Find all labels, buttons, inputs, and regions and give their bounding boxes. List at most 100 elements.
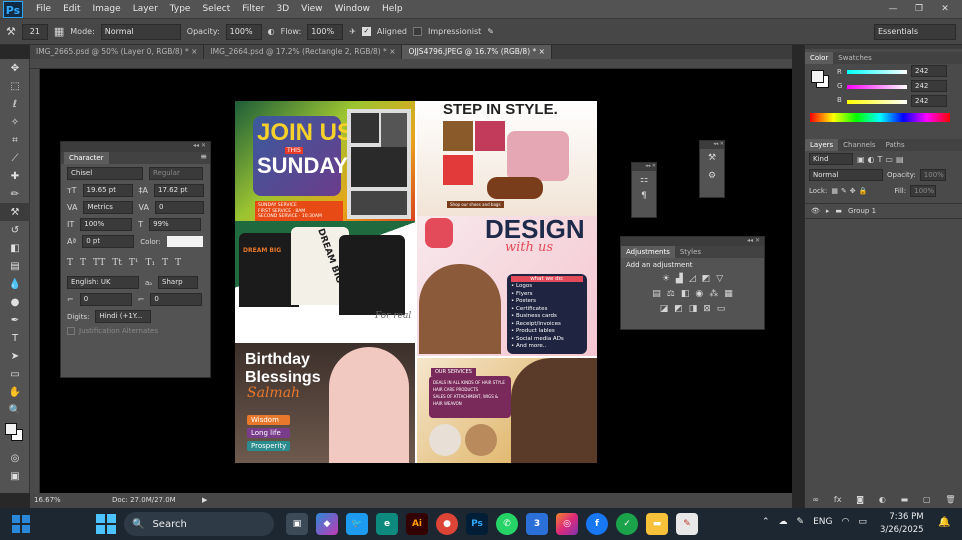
- panel-collapse-bar[interactable]: ◂◂ ✕: [61, 142, 210, 152]
- posterize-icon[interactable]: ◩: [674, 304, 683, 314]
- move-tool-icon[interactable]: ✥: [0, 59, 30, 77]
- eraser-tool-icon[interactable]: ◧: [0, 239, 30, 257]
- tray-pen-icon[interactable]: ✎: [797, 517, 805, 527]
- b-value[interactable]: 242: [911, 95, 947, 107]
- b-slider[interactable]: [847, 100, 907, 104]
- tab-close-icon[interactable]: ×: [387, 47, 395, 56]
- color-spectrum-bar[interactable]: [810, 113, 950, 122]
- visibility-eye-icon[interactable]: 👁: [811, 207, 820, 215]
- new-layer-icon[interactable]: ▢: [923, 495, 931, 504]
- antialias-select[interactable]: Sharp: [158, 276, 199, 289]
- dodge-tool-icon[interactable]: ●: [0, 293, 30, 311]
- edge-icon[interactable]: e: [376, 513, 398, 535]
- shape-tool-icon[interactable]: ▭: [0, 365, 30, 383]
- mask-icon[interactable]: ◙: [856, 495, 864, 504]
- tab-close-icon[interactable]: ×: [189, 47, 197, 56]
- lock-icons[interactable]: ▦✎✥🔒: [831, 187, 870, 195]
- tablet-pressure-icon[interactable]: ✎: [487, 27, 494, 36]
- g-slider[interactable]: [847, 85, 907, 89]
- quick-mask-icon[interactable]: ◎: [0, 449, 30, 467]
- tracking-select[interactable]: 0: [154, 201, 204, 214]
- notification-bell-icon[interactable]: 🔔: [938, 517, 950, 528]
- fx-icon[interactable]: fx: [834, 495, 842, 504]
- mini-panel-bar-1[interactable]: ◂◂ ✕: [632, 163, 656, 171]
- zoom-level[interactable]: 16.67%: [34, 493, 61, 508]
- instagram-icon[interactable]: ◎: [556, 513, 578, 535]
- curves-icon[interactable]: ◿: [689, 274, 696, 284]
- vertical-scale-input[interactable]: 100%: [80, 218, 133, 231]
- font-style-select[interactable]: Regular: [149, 167, 203, 180]
- digits-select[interactable]: Hindi (+1Y...: [95, 310, 152, 323]
- east-asian-input-a[interactable]: 0: [79, 293, 132, 306]
- tab-swatches[interactable]: Swatches: [833, 52, 876, 64]
- gradient-map-icon[interactable]: ▭: [717, 304, 726, 314]
- chrome-icon[interactable]: ●: [436, 513, 458, 535]
- expand-arrow-icon[interactable]: ▸: [826, 207, 830, 215]
- wifi-icon[interactable]: ◠: [842, 517, 850, 527]
- restore-icon[interactable]: ❐: [906, 0, 932, 19]
- tray-weather-icon[interactable]: ☁: [779, 517, 788, 527]
- magic-wand-icon[interactable]: ✧: [0, 113, 30, 131]
- threshold-icon[interactable]: ◨: [689, 304, 698, 314]
- menu-type[interactable]: Type: [164, 0, 197, 19]
- type-tool-icon[interactable]: T: [0, 329, 30, 347]
- layer-filter-icons[interactable]: ▣◐T▭▤: [857, 155, 907, 164]
- adjustments-collapse-bar[interactable]: ◂◂ ✕: [621, 237, 764, 246]
- menu-file[interactable]: File: [30, 0, 57, 19]
- path-selection-icon[interactable]: ➤: [0, 347, 30, 365]
- brightness-icon[interactable]: ☀: [662, 274, 670, 284]
- color-lookup-icon[interactable]: ▦: [724, 289, 733, 299]
- justification-checkbox[interactable]: [67, 327, 75, 335]
- marquee-tool-icon[interactable]: ⬚: [0, 77, 30, 95]
- flow-input[interactable]: 100%: [307, 23, 344, 40]
- language-select[interactable]: English: UK: [67, 276, 139, 289]
- language-indicator[interactable]: ENG: [813, 517, 832, 527]
- invert-icon[interactable]: ◪: [660, 304, 669, 314]
- airbrush-icon[interactable]: ✈: [349, 27, 356, 36]
- menu-filter[interactable]: Filter: [236, 0, 270, 19]
- font-size-input[interactable]: 19.65 pt: [82, 184, 133, 197]
- fill-input[interactable]: 100%: [910, 185, 937, 197]
- tab-layers[interactable]: Layers: [805, 139, 839, 151]
- menu-edit[interactable]: Edit: [57, 0, 86, 19]
- vibrance-icon[interactable]: ▽: [716, 274, 723, 284]
- kerning-select[interactable]: Metrics: [83, 201, 133, 214]
- menu-layer[interactable]: Layer: [127, 0, 164, 19]
- type-style-button[interactable]: TT: [93, 258, 105, 268]
- adjustment-layer-icon[interactable]: ◐: [879, 495, 886, 504]
- type-style-button[interactable]: T: [162, 258, 168, 268]
- type-style-button[interactable]: T: [80, 258, 86, 268]
- aligned-checkbox[interactable]: ✓: [361, 27, 371, 36]
- brush-panel-icon[interactable]: ▦: [54, 25, 64, 38]
- document-canvas[interactable]: JOIN US THIS SUNDAY SUNDAY SERVICE FIRST…: [235, 101, 597, 463]
- tray-chevron-icon[interactable]: ⌃: [762, 517, 770, 527]
- impressionist-checkbox[interactable]: [412, 27, 422, 36]
- type-style-button[interactable]: Tt: [112, 258, 122, 268]
- crop-tool-icon[interactable]: ⌗: [0, 131, 30, 149]
- paint-icon[interactable]: ✎: [676, 513, 698, 535]
- clone-source-icon[interactable]: ⚒: [700, 153, 724, 163]
- color-balance-icon[interactable]: ⚖: [667, 289, 675, 299]
- mode-select[interactable]: Normal: [100, 23, 181, 40]
- file-explorer-icon[interactable]: ▬: [646, 513, 668, 535]
- app-green-icon[interactable]: ✓: [616, 513, 638, 535]
- status-menu-arrow-icon[interactable]: ▶: [202, 493, 207, 508]
- font-family-select[interactable]: Chisel: [67, 167, 143, 180]
- taskbar-search-box[interactable]: 🔍 Search: [124, 512, 274, 536]
- paragraph-panel-icon[interactable]: ¶: [632, 191, 656, 201]
- battery-icon[interactable]: ▭: [858, 517, 867, 527]
- pen-tool-icon[interactable]: ✒: [0, 311, 30, 329]
- channel-mixer-icon[interactable]: ⁂: [709, 289, 718, 299]
- blend-mode-select[interactable]: Normal: [809, 169, 883, 181]
- blur-tool-icon[interactable]: 💧: [0, 275, 30, 293]
- healing-brush-icon[interactable]: ✚: [0, 167, 30, 185]
- r-value[interactable]: 242: [911, 65, 947, 77]
- clone-stamp-tool-icon[interactable]: ⚒: [0, 203, 30, 221]
- type-style-button[interactable]: T: [175, 258, 181, 268]
- tool-presets-icon[interactable]: ⚙: [700, 171, 724, 181]
- panel-menu-icon[interactable]: ≡: [200, 152, 207, 164]
- menu-window[interactable]: Window: [329, 0, 377, 19]
- clock-date[interactable]: 3/26/2025: [880, 524, 924, 537]
- black-white-icon[interactable]: ◧: [681, 289, 690, 299]
- r-slider[interactable]: [847, 70, 907, 74]
